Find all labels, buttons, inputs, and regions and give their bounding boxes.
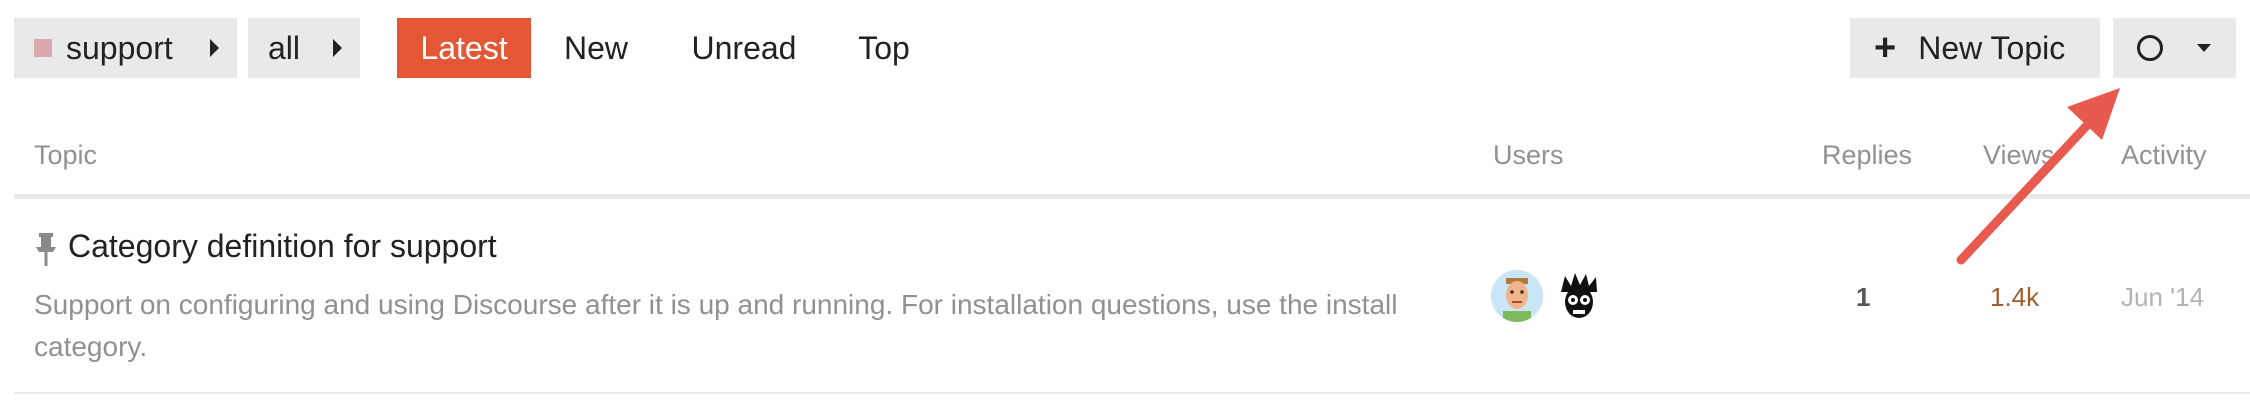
topic-excerpt: Support on configuring and using Discour… <box>34 289 1398 362</box>
category-breadcrumb-label: support <box>66 29 173 66</box>
topic-title-link[interactable]: Category definition for support <box>68 228 497 265</box>
pin-icon <box>36 233 56 266</box>
circle-icon <box>2137 35 2163 61</box>
avatar[interactable] <box>1491 270 1543 322</box>
tab-unread[interactable]: Unread <box>684 18 804 78</box>
category-breadcrumb[interactable]: support <box>14 18 237 78</box>
notifications-dropdown-button[interactable] <box>2113 18 2236 78</box>
header-divider <box>14 194 2250 199</box>
subcategory-breadcrumb-label: all <box>268 29 301 66</box>
column-header-topic[interactable]: Topic <box>34 140 97 171</box>
subcategory-breadcrumb[interactable]: all <box>248 18 360 78</box>
column-header-replies[interactable]: Replies <box>1822 140 1912 171</box>
avatar[interactable] <box>1553 270 1605 322</box>
activity-date[interactable]: Jun '14 <box>2121 282 2204 313</box>
row-divider <box>14 392 2250 394</box>
top-navigation: support all Latest New Unread Top + New … <box>14 18 2250 78</box>
tab-latest[interactable]: Latest <box>397 18 531 78</box>
column-header-activity[interactable]: Activity <box>2121 140 2207 171</box>
tab-top[interactable]: Top <box>849 18 919 78</box>
caret-right-icon <box>210 39 219 57</box>
plus-icon: + <box>1874 27 1897 69</box>
column-header-users: Users <box>1493 140 1564 170</box>
views-count: 1.4k <box>1990 282 2040 312</box>
new-topic-button[interactable]: + New Topic <box>1850 18 2100 78</box>
new-topic-label: New Topic <box>1918 29 2066 66</box>
category-color-swatch <box>34 39 52 57</box>
tab-new[interactable]: New <box>556 18 636 78</box>
caret-right-icon <box>333 39 342 57</box>
caret-down-icon <box>2197 44 2211 52</box>
replies-count: 1 <box>1856 282 1871 312</box>
column-header-views[interactable]: Views <box>1983 140 2055 171</box>
